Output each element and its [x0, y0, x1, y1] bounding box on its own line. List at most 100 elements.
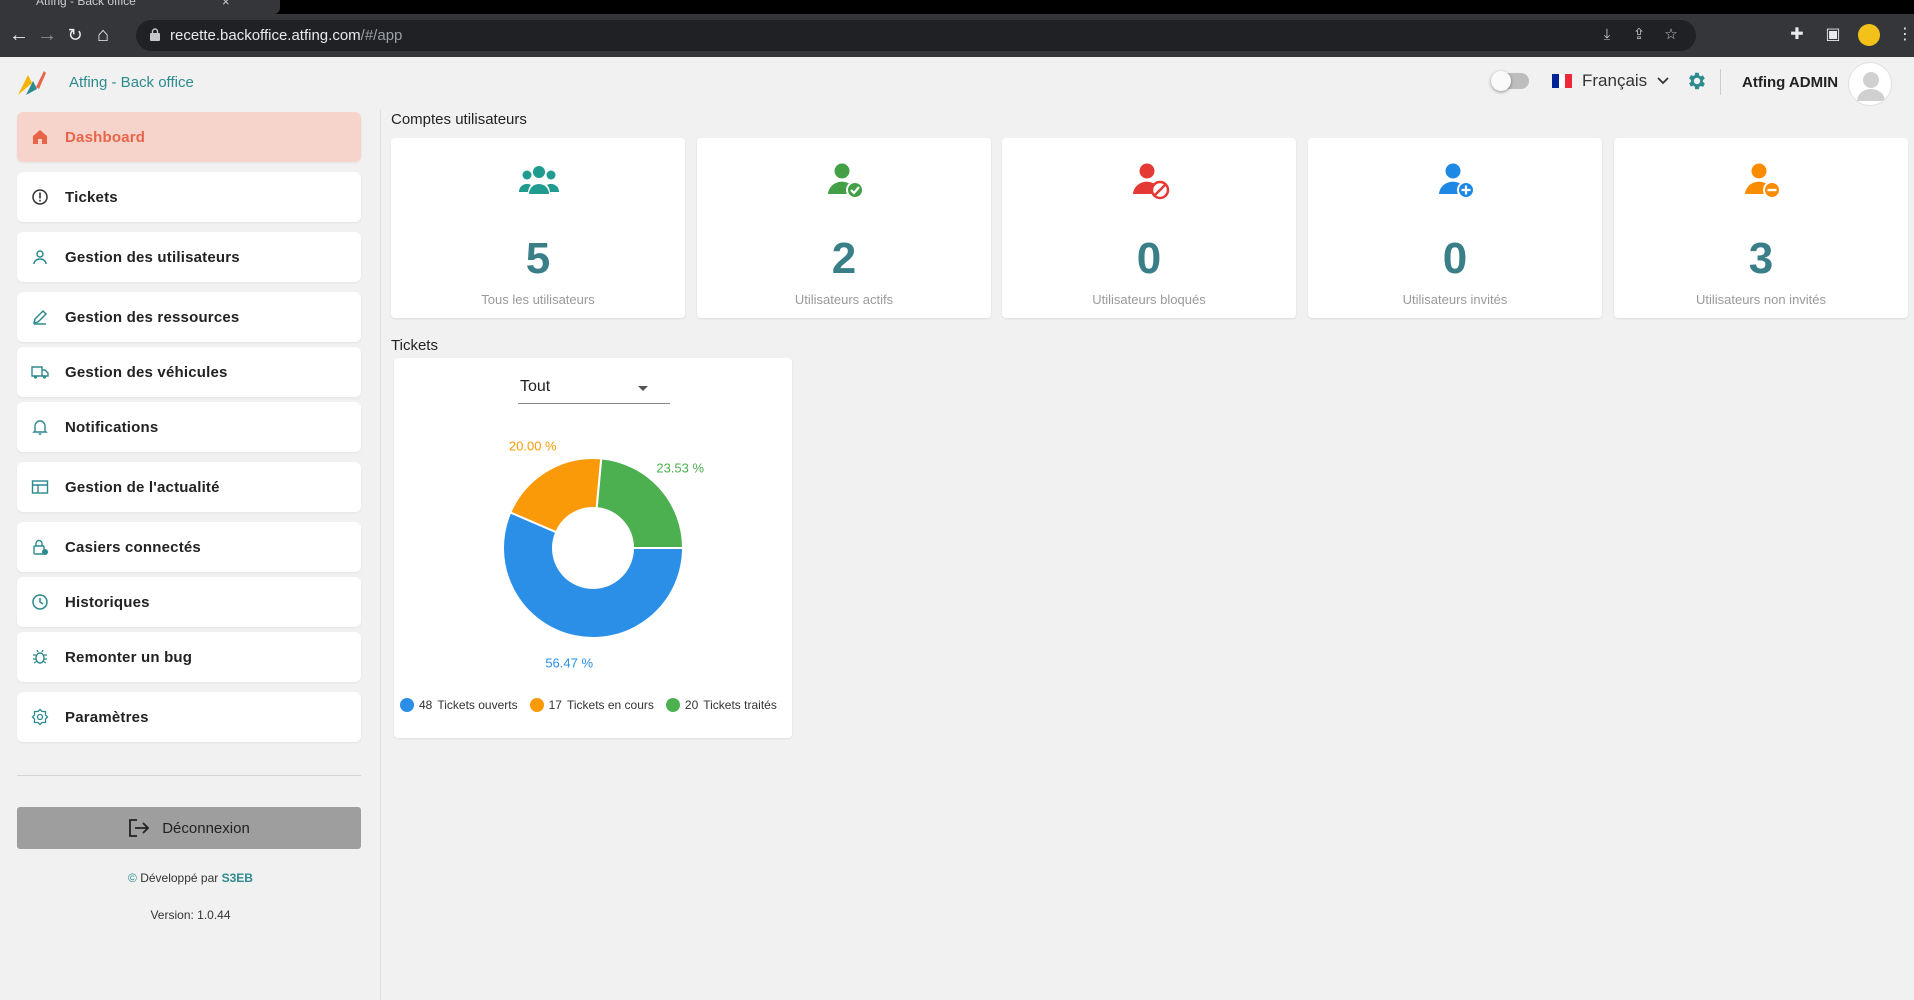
browser-tab[interactable]: Atfing - Back office × [0, 0, 280, 14]
stat-card-invited-users[interactable]: 0 Utilisateurs invités [1308, 138, 1602, 318]
reload-icon[interactable]: ↻ [64, 24, 86, 46]
sidebar: Dashboard Tickets Gestion des utilisateu… [0, 109, 381, 1000]
logout-label: Déconnexion [162, 819, 250, 837]
users-group-icon [518, 166, 560, 194]
legend-dot [400, 698, 414, 712]
legend-item-tickets-traites[interactable]: 20 Tickets traités [665, 698, 777, 712]
forward-arrow-icon[interactable]: → [36, 24, 58, 46]
avatar-placeholder-icon [1857, 72, 1885, 101]
tickets-chart-card: Tout 56.47 % 20.00 % 23.53 % 48 Tickets ouv… [394, 358, 792, 738]
stat-card-all-users[interactable]: 5 Tous les utilisateurs [391, 138, 685, 318]
bug-icon [31, 648, 49, 666]
pie-percent-label: 20.00 % [509, 439, 557, 454]
stat-card-blocked-users[interactable]: 0 Utilisateurs bloqués [1002, 138, 1296, 318]
app-title[interactable]: Atfing - Back office [69, 74, 194, 91]
chart-legend: 48 Tickets ouverts 17 Tickets en cours 20 Tic… [400, 698, 777, 712]
legend-dot [665, 698, 680, 712]
sidebar-item-tickets[interactable]: Tickets [17, 172, 361, 222]
legend-item-tickets-en-cours[interactable]: 17 Tickets en cours [529, 698, 654, 712]
language-selector[interactable]: Français [1552, 71, 1669, 91]
tab-close-icon[interactable]: × [222, 0, 230, 9]
sidebar-item-news[interactable]: Gestion de l'actualité [17, 462, 361, 512]
sidebar-item-dashboard[interactable]: Dashboard [17, 112, 361, 162]
install-app-icon[interactable]: ⤓ [1598, 26, 1616, 44]
user-minus-icon [1745, 163, 1781, 199]
toggle-knob [1491, 71, 1511, 91]
settings-icon [31, 708, 49, 726]
pencil-icon [31, 308, 49, 326]
sidebar-divider [17, 775, 361, 776]
stat-card-not-invited-users[interactable]: 3 Utilisateurs non invités [1614, 138, 1908, 318]
stat-label: Utilisateurs invités [1402, 292, 1508, 307]
sidebar-item-report-bug[interactable]: Remonter un bug [17, 632, 361, 682]
extensions-puzzle-icon[interactable]: ✚ [1786, 24, 1808, 46]
sidebar-item-label: Gestion des ressources [65, 308, 240, 326]
newspaper-icon [31, 478, 49, 496]
stat-card-active-users[interactable]: 2 Utilisateurs actifs [697, 138, 991, 318]
address-bar[interactable]: recette.backoffice.atfing.com/#/app ⤓ ⇪ … [136, 20, 1696, 51]
bookmark-star-icon[interactable]: ☆ [1662, 26, 1680, 44]
stat-label: Utilisateurs actifs [794, 292, 894, 307]
sidebar-item-history[interactable]: Historiques [17, 577, 361, 627]
stat-value: 0 [1442, 234, 1468, 283]
logout-button[interactable]: Déconnexion [17, 807, 361, 849]
browser-toolbar: ← → ↻ ⌂ recette.backoffice.atfing.com/#/… [0, 14, 1914, 57]
sidebar-item-lockers[interactable]: Casiers connectés [17, 522, 361, 572]
legend-label: Tickets en cours [566, 698, 654, 712]
sidebar-item-label: Notifications [65, 418, 159, 436]
legend-dot [529, 698, 544, 712]
back-arrow-icon[interactable]: ← [8, 24, 30, 46]
padlock-icon [150, 28, 160, 41]
stat-label: Utilisateurs bloqués [1092, 292, 1206, 307]
stat-label: Tous les utilisateurs [481, 292, 595, 307]
theme-toggle[interactable] [1491, 71, 1529, 91]
sidebar-item-resources[interactable]: Gestion des ressources [17, 292, 361, 342]
side-panel-icon[interactable]: ▣ [1822, 24, 1844, 46]
caret-down-icon [638, 386, 648, 391]
user-blocked-icon [1133, 163, 1170, 200]
avatar[interactable] [1848, 62, 1892, 106]
home-browser-icon[interactable]: ⌂ [92, 24, 114, 46]
logout-icon [129, 819, 150, 837]
alert-circle-icon [31, 188, 49, 206]
tickets-filter-select[interactable]: Tout [518, 372, 670, 404]
url-path: /#/app [360, 27, 403, 44]
tab-strip: Atfing - Back office × [0, 0, 1914, 14]
tickets-section-title: Tickets [391, 337, 438, 354]
gear-icon[interactable] [1686, 70, 1708, 92]
url-text: recette.backoffice.atfing.com/#/app [170, 27, 402, 44]
browser-chrome: Atfing - Back office × ← → ↻ ⌂ recette.b… [0, 0, 1914, 57]
france-flag-icon [1552, 74, 1573, 88]
legend-value: 20 [684, 698, 699, 712]
legend-label: Tickets ouverts [437, 698, 518, 712]
user-check-icon [828, 163, 864, 199]
developer-brand[interactable]: S3EB [222, 871, 253, 885]
legend-value: 17 [548, 698, 562, 712]
share-icon[interactable]: ⇪ [1630, 26, 1648, 44]
tickets-filter-value: Tout [520, 378, 551, 395]
language-label: Français [1582, 71, 1648, 90]
pie-percent-label: 23.53 % [656, 461, 704, 476]
browser-menu-icon[interactable]: ⋮ [1894, 24, 1914, 46]
sidebar-item-users[interactable]: Gestion des utilisateurs [17, 232, 361, 282]
tickets-donut-chart: 56.47 % 20.00 % 23.53 % [502, 439, 704, 668]
user-name[interactable]: Atfing ADMIN [1742, 74, 1838, 91]
developed-by: © Développé par S3EB [0, 871, 381, 885]
sidebar-item-notifications[interactable]: Notifications [17, 402, 361, 452]
stat-value: 0 [1136, 234, 1162, 283]
sidebar-item-label: Casiers connectés [65, 538, 201, 556]
legend-label: Tickets traités [703, 698, 777, 712]
developed-by-label: Développé par [140, 871, 219, 885]
sidebar-item-settings[interactable]: Paramètres [17, 692, 361, 742]
truck-icon [31, 363, 49, 381]
sidebar-item-label: Gestion des utilisateurs [65, 248, 240, 266]
atfing-logo-icon[interactable] [16, 67, 48, 99]
legend-item-tickets-ouverts[interactable]: 48 Tickets ouverts [400, 698, 518, 712]
sidebar-item-label: Tickets [65, 188, 118, 206]
app-version: Version: 1.0.44 [150, 908, 231, 922]
clock-icon [31, 593, 49, 611]
pie-percent-label: 56.47 % [545, 656, 593, 668]
profile-avatar-icon[interactable] [1858, 24, 1880, 46]
sidebar-item-vehicles[interactable]: Gestion des véhicules [17, 347, 361, 397]
user-icon [31, 248, 49, 266]
